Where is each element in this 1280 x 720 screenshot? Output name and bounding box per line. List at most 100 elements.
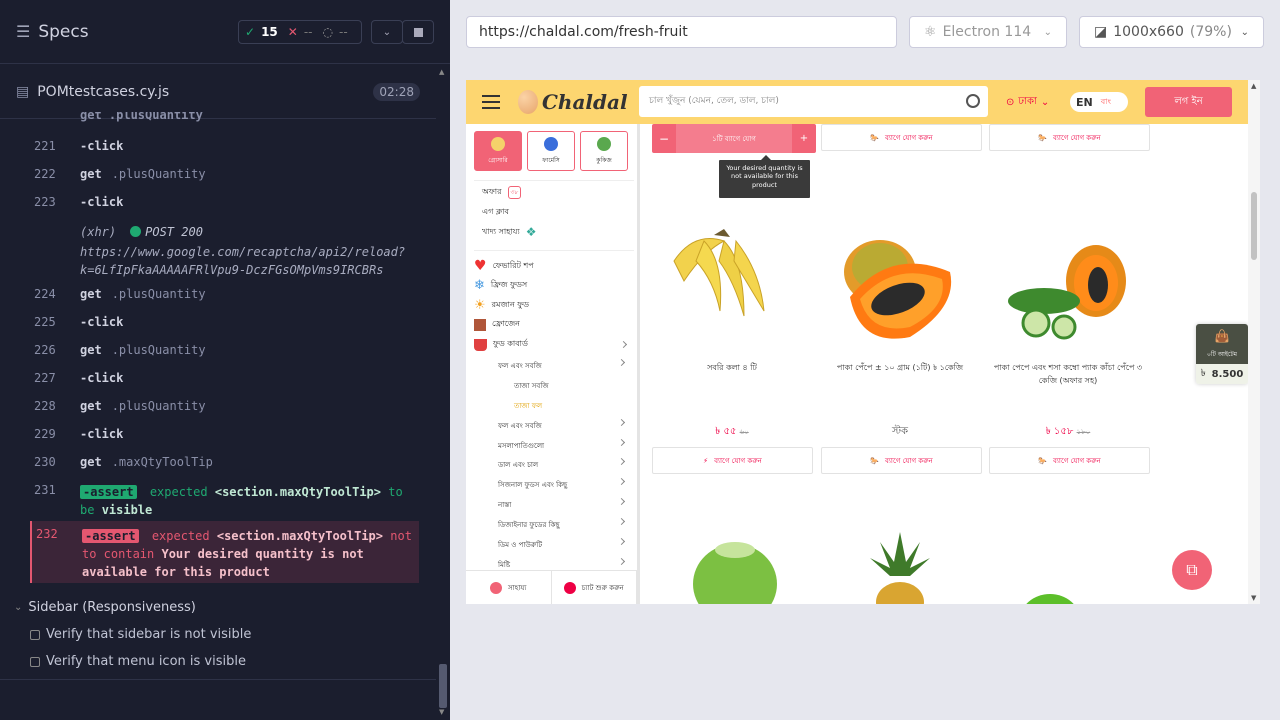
app-header: Chaldal চাল খুঁজুন (যেমন, তেল, ডাল, চাল)…	[466, 80, 1248, 124]
delivery-icon: 🐎	[1038, 133, 1047, 142]
product-name[interactable]: পাকা পেঁপে ± ১০ গ্রাম (১টি) ৳ ১কেজি	[820, 362, 980, 375]
pending-test-icon	[30, 629, 40, 640]
viewport-info[interactable]: ◪ 1000x660 (79%) ⌄	[1079, 16, 1264, 48]
sidebar-item-fridge[interactable]: ❄ ফ্রিজ ফুডস	[474, 278, 527, 293]
stop-button[interactable]	[402, 20, 434, 44]
dropdown-button[interactable]: ⌄	[371, 20, 403, 44]
add-to-bag-button[interactable]: 🐎 ব্যাগে যোগ করুন	[821, 447, 982, 474]
sidebar-item-ramadan[interactable]: ☀ রমজান ফুড	[474, 298, 529, 313]
snowflake-icon: ❄	[474, 278, 485, 293]
language-toggle[interactable]: EN বাং	[1070, 92, 1128, 112]
search-input[interactable]: চাল খুঁজুন (যেমন, তেল, ডাল, চাল)	[639, 86, 988, 117]
chevron-right-icon	[617, 418, 626, 427]
specs-icon[interactable]: ☰	[16, 22, 30, 41]
log-row[interactable]: 225 -click	[30, 315, 420, 329]
category-sidebar: গ্রোসারি ফার্মেসি কুকিজ অফার ৩৮ এগ ক্লাব…	[466, 124, 640, 604]
chevron-right-icon	[617, 457, 626, 466]
sidebar-sub[interactable]: মসলাপাতিগুলো	[498, 438, 632, 452]
tab-grocery[interactable]: গ্রোসারি	[474, 131, 522, 171]
run-timer: 02:28	[373, 83, 420, 101]
sidebar-item-offers[interactable]: অফার ৩৮	[482, 186, 522, 199]
test-item[interactable]: Verify that menu icon is visible	[0, 650, 436, 673]
plus-button[interactable]: +	[792, 124, 816, 153]
minus-button[interactable]: −	[652, 124, 676, 153]
product-grid: − ১টি ব্যাগে যোগ + 🐎 ব্যাগে যোগ করুন 🐎 ব্য…	[640, 124, 1248, 604]
sidebar-sub-fresh-fruit[interactable]: তাজা ফল	[514, 400, 542, 412]
test-item[interactable]: Verify that sidebar is not visible	[0, 623, 436, 646]
sidebar-sub[interactable]: ডিজাইনার ফুডের কিছু	[498, 517, 632, 531]
runner-scrollbar-thumb[interactable]	[439, 664, 447, 708]
chat-icon	[563, 581, 576, 594]
chat-icon: ⧉	[1186, 560, 1198, 579]
brand-logo[interactable]: Chaldal	[518, 90, 628, 114]
papaya-cucumber-image	[1008, 245, 1126, 340]
add-to-bag-button[interactable]: 🐎 ব্যাগে যোগ করুন	[821, 124, 982, 151]
log-row[interactable]: 222 get .plusQuantity	[30, 167, 420, 181]
electron-icon: ⚛	[924, 24, 937, 40]
sidebar-item-egg-club[interactable]: এগ ক্লাব	[482, 206, 509, 219]
passed-count: 15	[261, 25, 278, 39]
quantity-stepper[interactable]: − ১টি ব্যাগে যোগ +	[652, 124, 816, 153]
product-name[interactable]: সবরি কলা ৪ টি	[652, 362, 812, 375]
tab-cookies[interactable]: কুকিজ	[580, 131, 628, 171]
chevron-down-icon: ⌄	[382, 26, 392, 38]
delivery-icon: 🐎	[1038, 456, 1047, 465]
spec-file-row[interactable]: ▤ POMtestcases.cy.js 02:28	[16, 80, 420, 104]
suite-header[interactable]: ⌄ Sidebar (Responsiveness)	[0, 596, 436, 619]
tab-pharmacy[interactable]: ফার্মেসি	[527, 131, 575, 171]
login-button[interactable]: লগ ইন	[1145, 87, 1232, 117]
url-bar[interactable]: https://chaldal.com/fresh-fruit	[466, 16, 897, 48]
log-row-assert-pass[interactable]: 231 -assert expected <section.maxQtyTool…	[30, 476, 420, 517]
sidebar-sub-fresh-veg[interactable]: তাজা সবজি	[514, 380, 549, 392]
runner-panel: ☰ Specs ✓ 15 ✕ -- ◌ -- ⌄ ▤ POMtestcases.…	[0, 0, 450, 720]
runner-scrollbar[interactable]: ▲ ▼	[436, 64, 450, 720]
max-qty-tooltip: Your desired quantity is not available f…	[719, 155, 810, 198]
chat-link[interactable]: চ্যাট শুরু করুন	[552, 571, 637, 604]
log-row-assert-fail[interactable]: 232 -assert expected <section.maxQtyTool…	[30, 521, 419, 583]
preview-scrollbar-thumb[interactable]	[1251, 192, 1257, 260]
sidebar-sub[interactable]: ডিম ও পাউরুটি	[498, 537, 632, 551]
sidebar-sub[interactable]: ডাল এবং চাল	[498, 457, 632, 471]
sidebar-sub[interactable]: নাস্তা	[498, 497, 632, 511]
chevron-right-icon	[619, 340, 628, 349]
sidebar-item-food-aid[interactable]: খাদ্য সাহায্য ❖	[482, 225, 536, 239]
chat-bubble-button[interactable]: ⧉	[1172, 550, 1212, 590]
status-dot-icon	[130, 226, 142, 237]
chevron-right-icon	[617, 537, 626, 546]
search-icon[interactable]	[966, 94, 980, 108]
browser-selector[interactable]: ⚛ Electron 114 ⌄	[909, 16, 1067, 48]
sidebar-item-frozen[interactable]: ফ্রোজেন	[474, 318, 520, 331]
add-to-bag-button[interactable]: 🐎 ব্যাগে যোগ করুন	[989, 447, 1150, 474]
location-selector[interactable]: ⊙ ঢাকা ⌄	[1006, 94, 1049, 111]
menu-icon[interactable]	[482, 95, 500, 109]
sidebar-item-favourites[interactable]: ♥ ফেভারিট শপ	[474, 258, 534, 274]
log-row[interactable]: 223 -click	[30, 195, 420, 209]
ruler-icon: ◪	[1094, 24, 1108, 40]
assert-badge: -assert	[82, 529, 139, 543]
command-log[interactable]: get .plusQuantity 221 -click 222 get .plusQ…	[0, 112, 420, 588]
log-row[interactable]: 228 get .plusQuantity	[30, 399, 420, 413]
delivery-icon: 🐎	[870, 456, 879, 465]
sidebar-sub[interactable]: সিজনাল ফুডস এবং কিছু	[498, 477, 632, 491]
sidebar-sub-fruits-veg[interactable]: ফল এবং সবজি	[498, 358, 632, 372]
add-to-bag-button[interactable]: 🐎 ব্যাগে যোগ করুন	[989, 124, 1150, 151]
chevron-right-icon	[617, 497, 626, 506]
sidebar-footer: সাহায্য চ্যাট শুরু করুন	[466, 570, 637, 604]
preview-scrollbar[interactable]: ▲ ▼	[1248, 80, 1260, 604]
log-row[interactable]: 230 get .maxQtyToolTip	[30, 455, 420, 469]
log-row-xhr[interactable]: (xhr) POST 200	[30, 225, 420, 239]
cart-widget[interactable]: 👜 ০টি আইটেম ৳ 8.500	[1196, 324, 1248, 384]
log-row[interactable]: 221 -click	[30, 139, 420, 153]
log-row[interactable]: 226 get .plusQuantity	[30, 343, 420, 357]
sidebar-item-cupboard[interactable]: ফুড কাবার্ড	[474, 338, 634, 351]
pharmacy-icon	[544, 136, 558, 151]
log-row[interactable]: 227 -click	[30, 371, 420, 385]
log-row[interactable]: 229 -click	[30, 427, 420, 441]
chevron-right-icon	[617, 358, 626, 367]
help-link[interactable]: সাহায্য	[466, 571, 552, 604]
product-name[interactable]: পাকা পেপে এবং শসা কম্বো প্যাক কাঁচা পেঁপ…	[988, 362, 1148, 388]
sidebar-sub[interactable]: ফল এবং সবজি	[498, 418, 632, 432]
log-row[interactable]: 224 get .plusQuantity	[30, 287, 420, 301]
add-to-bag-button[interactable]: ⚡ ব্যাগে যোগ করুন	[652, 447, 813, 474]
failed-count: --	[303, 25, 313, 39]
